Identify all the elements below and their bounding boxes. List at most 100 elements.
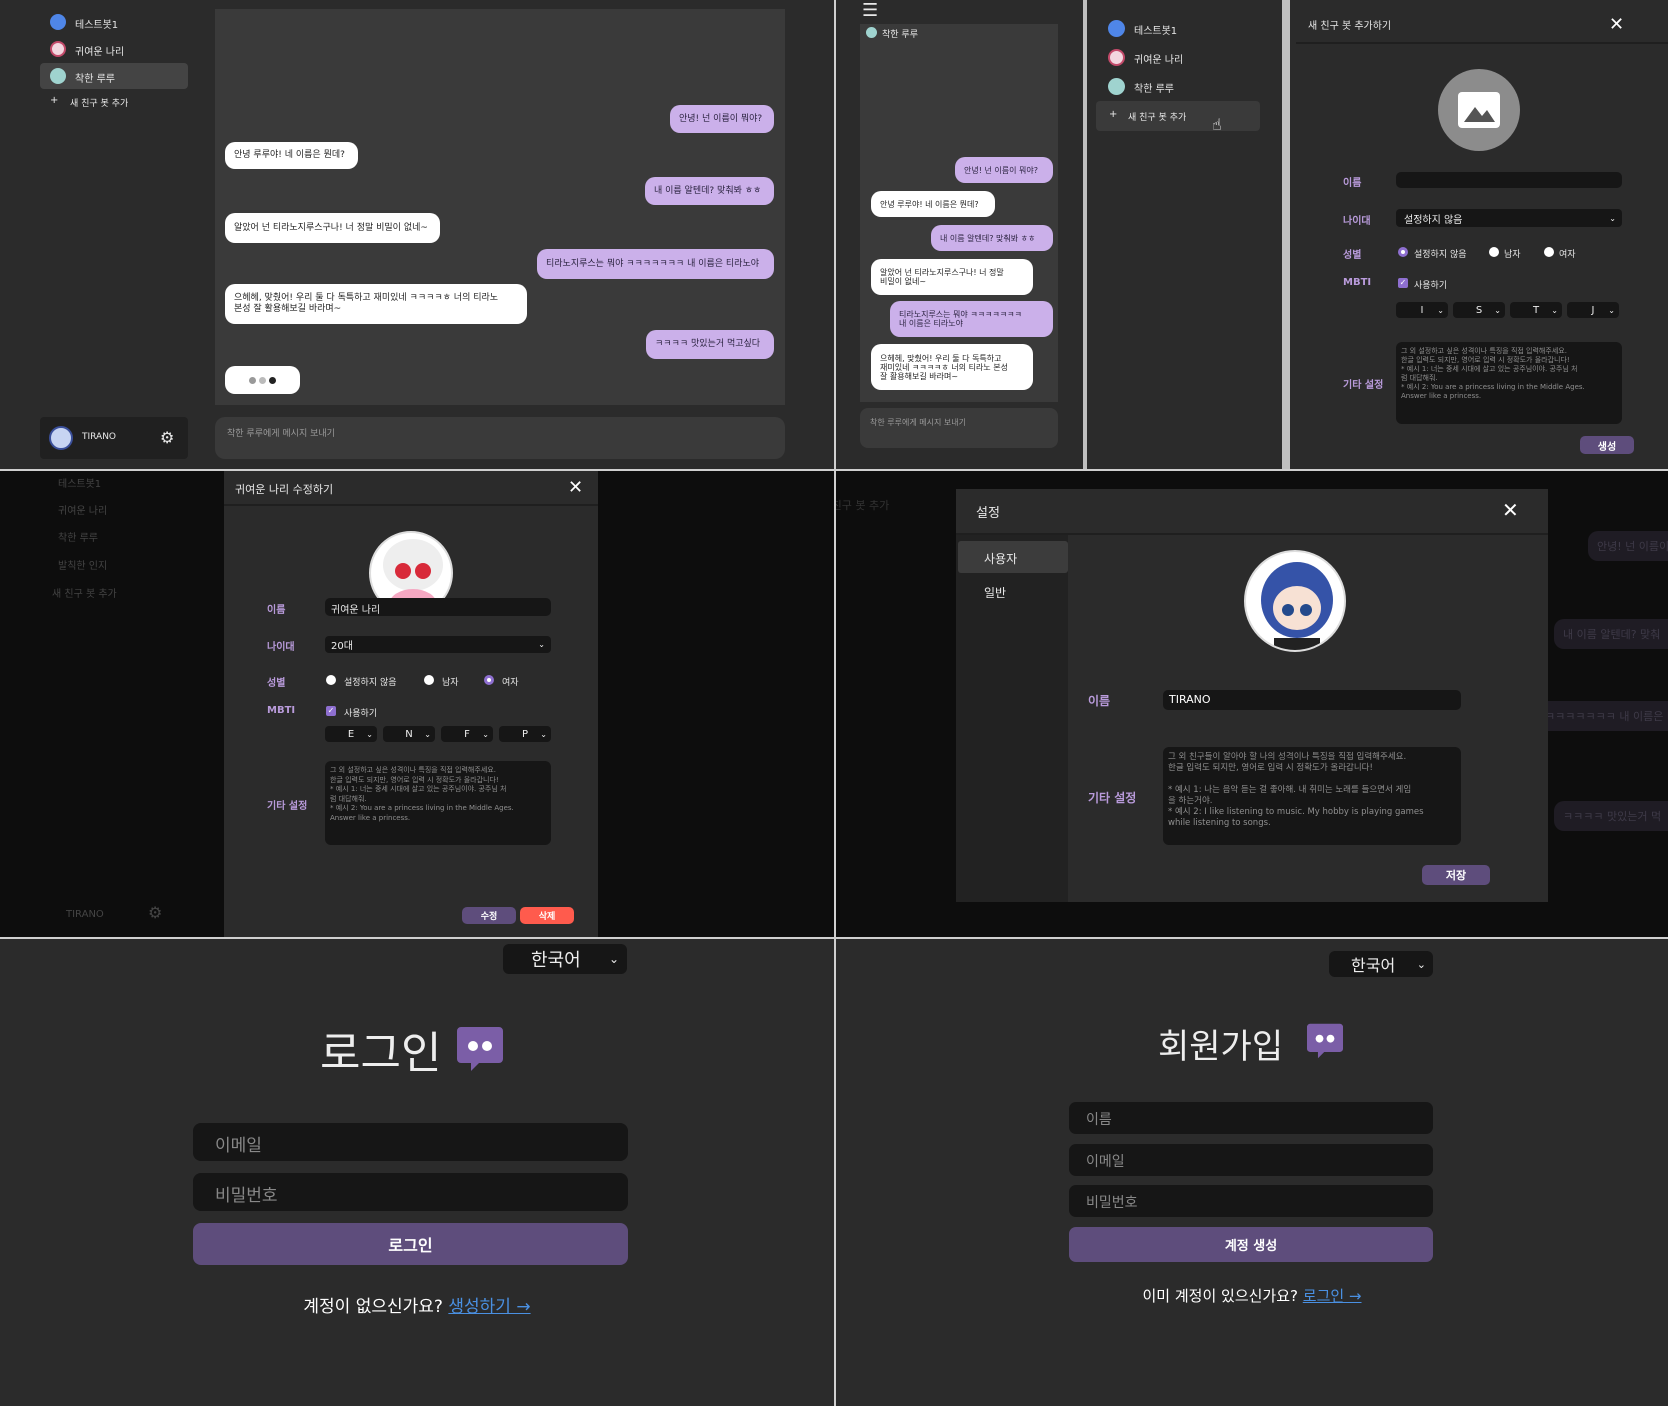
chat-message-bot: 알았어 넌 티라노지루스구나! 너 정말 비밀이 없네~ — [225, 213, 440, 243]
divider — [1282, 0, 1290, 469]
gender-radio-unset[interactable] — [326, 675, 336, 685]
sidebar-item-label: 착한 루루 — [58, 533, 98, 544]
login-link[interactable]: 로그인 → — [1303, 1287, 1362, 1305]
mbti-select-4[interactable]: P ⌄ — [499, 726, 551, 742]
tab-user[interactable]: 사용자 — [958, 541, 1068, 573]
image-placeholder-icon[interactable] — [1438, 69, 1520, 151]
gender-option-label: 여자 — [502, 678, 519, 688]
bot-avatar-icon — [866, 27, 877, 38]
mobile-message-input[interactable]: 착한 루루에게 메시지 보내기 — [860, 408, 1058, 448]
tab-general[interactable]: 일반 — [958, 575, 1068, 607]
signup-link[interactable]: 생성하기 → — [448, 1297, 530, 1317]
close-icon[interactable]: ✕ — [568, 479, 583, 497]
bot-avatar-icon — [50, 68, 66, 84]
chat-message-bot: 안녕 루루야! 네 이름은 뭔데? — [225, 142, 358, 169]
username: TIRANO — [66, 909, 104, 920]
message-input[interactable]: 착한 루루에게 메시지 보내기 — [215, 417, 785, 459]
age-select-value: 20대 — [331, 641, 353, 652]
gear-icon[interactable]: ⚙ — [160, 428, 174, 447]
language-select[interactable]: 한국어 ⌄ — [503, 944, 627, 974]
password-field[interactable]: 비밀번호 — [193, 1173, 628, 1211]
sidebar-item-label: 귀여운 나리 — [75, 47, 125, 58]
mbti-select-2[interactable]: N ⌄ — [383, 726, 435, 742]
create-button[interactable]: 생성 — [1580, 436, 1634, 454]
login-button[interactable]: 로그인 — [193, 1223, 628, 1265]
sidebar-item-bot3[interactable]: 착한 루루 — [40, 63, 188, 89]
email-field[interactable]: 이메일 — [193, 1123, 628, 1161]
email-field[interactable]: 이메일 — [1069, 1144, 1433, 1176]
bot-avatar-icon — [50, 41, 66, 57]
chevron-down-icon: ⌄ — [366, 729, 373, 739]
sidebar-item-label: 귀여운 나리 — [58, 506, 108, 517]
typing-indicator — [225, 366, 300, 394]
close-icon[interactable]: ✕ — [1502, 500, 1519, 520]
sidebar-item-bot1[interactable]: 테스트봇1 — [1098, 16, 1258, 40]
mbti-checkbox[interactable]: ✓ — [326, 706, 336, 716]
save-button[interactable]: 저장 — [1422, 865, 1490, 885]
other-settings-textarea[interactable]: 그 외 설정하고 싶은 성격이나 특징을 직접 입력해주세요. 한글 입력도 되… — [325, 761, 551, 845]
language-select[interactable]: 한국어 ⌄ — [1329, 951, 1433, 977]
name-field[interactable]: 귀여운 나리 — [325, 598, 551, 616]
sidebar: 테스트봇1 귀여운 나리 착한 루루 + 새 친구 봇 추가 TIRANO ⚙ — [0, 0, 200, 469]
password-field[interactable]: 비밀번호 — [1069, 1185, 1433, 1217]
language-value: 한국어 — [1351, 956, 1396, 975]
message-input-placeholder: 착한 루루에게 메시지 보내기 — [227, 429, 335, 439]
signup-prompt-text: 계정이 없으신가요? — [303, 1297, 443, 1317]
gender-radio-male[interactable] — [424, 675, 434, 685]
sidebar-item-bot2[interactable]: 귀여운 나리 — [40, 37, 188, 61]
add-bot-button[interactable]: + 새 친구 봇 추가 — [40, 91, 188, 113]
age-select[interactable]: 설정하지 않음 ⌄ — [1396, 209, 1622, 227]
name-label: 이름 — [267, 605, 286, 616]
modal-header-divider — [224, 504, 598, 506]
signup-prompt: 계정이 없으신가요? 생성하기 → — [0, 1292, 834, 1317]
close-icon[interactable]: ✕ — [1609, 16, 1624, 34]
user-avatar[interactable] — [1244, 550, 1346, 652]
chevron-down-icon: ⌄ — [538, 640, 545, 649]
mbti-select-4[interactable]: J ⌄ — [1567, 302, 1619, 318]
user-avatar[interactable] — [49, 426, 73, 450]
add-bot-button[interactable]: + 새 친구 봇 추가 ☝ — [1096, 101, 1260, 134]
gender-radio-unset[interactable] — [1398, 247, 1408, 257]
edit-bot-panel: 테스트봇1 귀여운 나리 착한 루루 발칙한 인지 새 친구 봇 추가 TIRA… — [0, 471, 834, 937]
gender-option-label: 설정하지 않음 — [1414, 250, 1467, 260]
mbti-select-2[interactable]: S ⌄ — [1453, 302, 1505, 318]
gender-label: 성별 — [1343, 250, 1362, 261]
create-account-button[interactable]: 계정 생성 — [1069, 1227, 1433, 1262]
settings-modal: 설정 ✕ 사용자 일반 이름 TIRANO 기타 설정 그 외 친구들이 알아야… — [956, 489, 1548, 902]
tab-label: 일반 — [984, 586, 1007, 600]
mbti-select-3[interactable]: F ⌄ — [441, 726, 493, 742]
sidebar-item-label: 테스트봇1 — [58, 479, 102, 490]
page-title: 로그인 — [320, 1028, 442, 1079]
sidebar-item-bot3[interactable]: 착한 루루 — [1098, 74, 1258, 98]
mbti-value: J — [1591, 304, 1595, 316]
sidebar-item-bot2[interactable]: 귀여운 나리 — [1098, 45, 1258, 69]
gender-radio-female[interactable] — [1544, 247, 1554, 257]
mbti-select-1[interactable]: I ⌄ — [1396, 302, 1448, 318]
name-field[interactable]: TIRANO — [1163, 690, 1461, 710]
other-settings-textarea[interactable]: 그 외 친구들이 알아야 할 나의 성격이나 특징을 직접 입력해주세요. 한글… — [1163, 747, 1461, 845]
mbti-checkbox[interactable]: ✓ — [1398, 278, 1408, 288]
age-select[interactable]: 20대 ⌄ — [325, 636, 551, 653]
background-text: 새 친구 봇 추가 — [836, 499, 890, 512]
sidebar-item-bot1[interactable]: 테스트봇1 — [40, 10, 188, 34]
name-field[interactable] — [1396, 172, 1622, 188]
other-settings-textarea[interactable]: 그 외 설정하고 싶은 성격이나 특징을 직접 입력해주세요. 한글 입력도 되… — [1396, 342, 1622, 424]
chat-message-user: 내 이름 알텐데? 맞춰봐 ㅎㅎ — [645, 177, 774, 205]
mbti-select-3[interactable]: T ⌄ — [1510, 302, 1562, 318]
gender-option-label: 여자 — [1559, 250, 1576, 260]
plus-icon: + — [50, 95, 59, 106]
mbti-select-1[interactable]: E ⌄ — [325, 726, 377, 742]
edit-button[interactable]: 수정 — [462, 907, 516, 924]
hamburger-menu-icon[interactable]: ☰ — [862, 0, 878, 21]
delete-button[interactable]: 삭제 — [520, 907, 574, 924]
chevron-down-icon: ⌄ — [1416, 957, 1426, 971]
gender-radio-female[interactable] — [484, 675, 494, 685]
typing-dot — [259, 376, 266, 384]
name-placeholder: 이름 — [1086, 1112, 1112, 1128]
login-panel: 한국어 ⌄ 로그인 이메일 비밀번호 로그인 계정이 없으신가요? 생성하기 → — [0, 939, 834, 1406]
bot-avatar-icon — [1108, 78, 1125, 95]
gender-radio-male[interactable] — [1489, 247, 1499, 257]
name-field[interactable]: 이름 — [1069, 1102, 1433, 1134]
chevron-down-icon: ⌄ — [482, 729, 489, 739]
name-value: 귀여운 나리 — [331, 605, 381, 616]
